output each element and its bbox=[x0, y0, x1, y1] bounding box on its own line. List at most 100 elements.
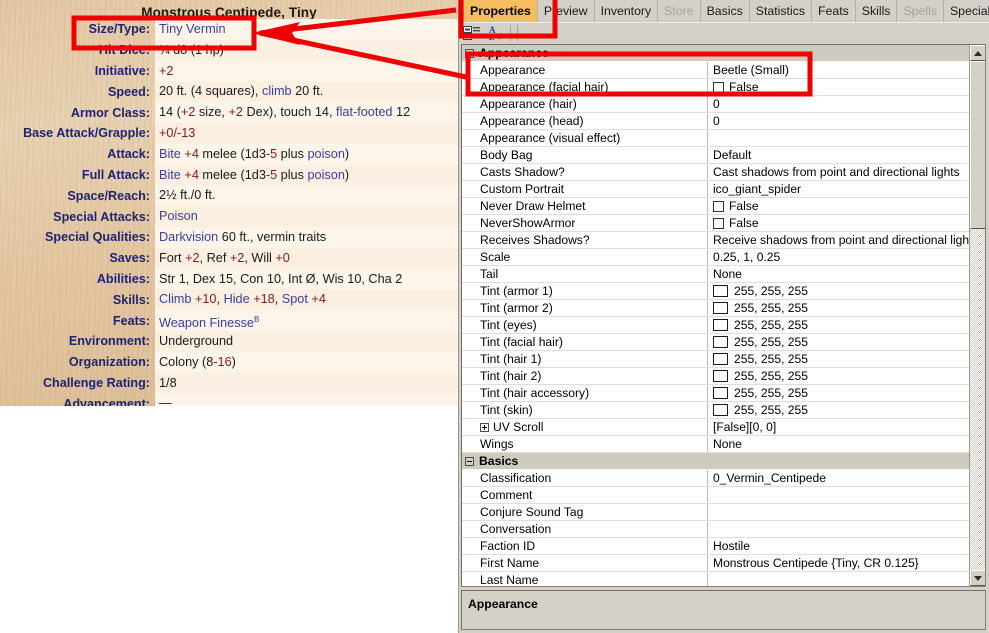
alphabetical-sort-icon[interactable]: A Z bbox=[485, 24, 507, 42]
property-row[interactable]: Receives Shadows? Receive shadows from po… bbox=[462, 232, 970, 249]
color-swatch-icon[interactable] bbox=[713, 370, 728, 382]
scrollbar-thumb[interactable] bbox=[970, 61, 985, 229]
property-value-label: False bbox=[729, 216, 759, 230]
property-section-header[interactable]: Basics bbox=[462, 453, 970, 470]
property-value[interactable]: False bbox=[708, 198, 970, 214]
property-row[interactable]: Tint (eyes) 255, 255, 255 bbox=[462, 317, 970, 334]
property-row[interactable]: Faction ID Hostile bbox=[462, 538, 970, 555]
property-value[interactable]: False bbox=[708, 79, 970, 95]
property-row[interactable]: Appearance (head) 0 bbox=[462, 113, 970, 130]
property-row[interactable]: Comment bbox=[462, 487, 970, 504]
property-row[interactable]: Wings None bbox=[462, 436, 970, 453]
collapse-icon[interactable] bbox=[465, 456, 474, 466]
property-row[interactable]: Body Bag Default bbox=[462, 147, 970, 164]
color-swatch-icon[interactable] bbox=[713, 387, 728, 399]
property-row[interactable]: Tail None bbox=[462, 266, 970, 283]
statblock-row-value: Fort +2, Ref +2, Will +0 bbox=[155, 247, 458, 269]
property-value[interactable]: None bbox=[708, 436, 970, 452]
property-value[interactable]: 0 bbox=[708, 113, 970, 129]
property-value[interactable]: Monstrous Centipede {Tiny, CR 0.125} bbox=[708, 555, 970, 571]
tab-store[interactable]: Store bbox=[658, 0, 701, 22]
properties-window: Properties Preview Inventory Store Basics Sta… bbox=[458, 0, 989, 633]
checkbox-icon[interactable] bbox=[713, 200, 724, 212]
property-row[interactable]: Classification 0_Vermin_Centipede bbox=[462, 470, 970, 487]
property-value[interactable]: None bbox=[708, 266, 970, 282]
property-section-header[interactable]: Appearance bbox=[462, 45, 970, 62]
property-row[interactable]: Tint (armor 1) 255, 255, 255 bbox=[462, 283, 970, 300]
property-value[interactable]: 255, 255, 255 bbox=[708, 368, 970, 384]
property-row[interactable]: Never Draw Helmet False bbox=[462, 198, 970, 215]
property-row[interactable]: Appearance (hair) 0 bbox=[462, 96, 970, 113]
tab-statistics[interactable]: Statistics bbox=[749, 0, 812, 22]
property-row[interactable]: First Name Monstrous Centipede {Tiny, CR … bbox=[462, 555, 970, 572]
scroll-down-icon[interactable] bbox=[970, 570, 985, 586]
tab-basics[interactable]: Basics bbox=[700, 0, 750, 22]
property-value[interactable] bbox=[708, 572, 970, 586]
checkbox-icon[interactable] bbox=[713, 81, 724, 93]
property-value[interactable]: 255, 255, 255 bbox=[708, 385, 970, 401]
statblock-row-label: Speed: bbox=[108, 84, 150, 99]
statblock-row: Attack: Bite +4 melee (1d3-5 plus poison) bbox=[0, 143, 458, 165]
statblock-row-label: Organization: bbox=[68, 355, 150, 370]
property-row[interactable]: UV Scroll [False][0, 0] bbox=[462, 419, 970, 436]
property-row[interactable]: Tint (hair 2) 255, 255, 255 bbox=[462, 368, 970, 385]
property-row[interactable]: Appearance Beetle (Small) bbox=[462, 62, 970, 79]
tab-spells[interactable]: Spells bbox=[897, 0, 944, 22]
property-value[interactable]: False bbox=[708, 215, 970, 231]
property-value[interactable] bbox=[708, 504, 970, 520]
tab-skills[interactable]: Skills bbox=[855, 0, 898, 22]
property-value[interactable]: 255, 255, 255 bbox=[708, 402, 970, 418]
property-value[interactable]: Receive shadows from point and direction… bbox=[708, 232, 970, 248]
color-swatch-icon[interactable] bbox=[713, 336, 728, 348]
property-name: Tint (facial hair) bbox=[462, 334, 708, 350]
property-value[interactable]: Hostile bbox=[708, 538, 970, 554]
property-row[interactable]: Tint (facial hair) 255, 255, 255 bbox=[462, 334, 970, 351]
property-row[interactable]: Tint (hair 1) 255, 255, 255 bbox=[462, 351, 970, 368]
property-value[interactable]: 255, 255, 255 bbox=[708, 317, 970, 333]
color-swatch-icon[interactable] bbox=[713, 302, 728, 314]
property-grid-scrollarea[interactable]: Appearance Appearance Beetle (Small) Appear… bbox=[462, 45, 970, 586]
checkbox-icon[interactable] bbox=[713, 217, 724, 229]
collapse-icon[interactable] bbox=[465, 48, 474, 58]
property-value[interactable]: 0 bbox=[708, 96, 970, 112]
property-grid-scrollbar[interactable] bbox=[969, 45, 985, 586]
property-row[interactable]: Conjure Sound Tag bbox=[462, 504, 970, 521]
property-row[interactable]: Custom Portrait ico_giant_spider bbox=[462, 181, 970, 198]
property-value[interactable] bbox=[708, 130, 970, 146]
property-row[interactable]: Tint (skin) 255, 255, 255 bbox=[462, 402, 970, 419]
color-swatch-icon[interactable] bbox=[713, 353, 728, 365]
property-value[interactable]: [False][0, 0] bbox=[708, 419, 970, 435]
color-swatch-icon[interactable] bbox=[713, 404, 728, 416]
property-value[interactable]: 0_Vermin_Centipede bbox=[708, 470, 970, 486]
tab-preview[interactable]: Preview bbox=[537, 0, 595, 22]
property-row[interactable]: Conversation bbox=[462, 521, 970, 538]
tab-inventory[interactable]: Inventory bbox=[594, 0, 659, 22]
property-value[interactable]: Beetle (Small) bbox=[708, 62, 970, 78]
property-value[interactable]: 255, 255, 255 bbox=[708, 351, 970, 367]
color-swatch-icon[interactable] bbox=[713, 285, 728, 297]
property-value[interactable] bbox=[708, 521, 970, 537]
property-row[interactable]: Last Name bbox=[462, 572, 970, 586]
property-row[interactable]: Casts Shadow? Cast shadows from point and… bbox=[462, 164, 970, 181]
property-value[interactable]: ico_giant_spider bbox=[708, 181, 970, 197]
property-row[interactable]: Tint (hair accessory) 255, 255, 255 bbox=[462, 385, 970, 402]
color-swatch-icon[interactable] bbox=[713, 319, 728, 331]
expand-icon[interactable] bbox=[480, 422, 489, 432]
property-row[interactable]: Scale 0.25, 1, 0.25 bbox=[462, 249, 970, 266]
property-value[interactable]: 255, 255, 255 bbox=[708, 334, 970, 350]
property-value[interactable] bbox=[708, 487, 970, 503]
property-row[interactable]: Tint (armor 2) 255, 255, 255 bbox=[462, 300, 970, 317]
property-value[interactable]: 255, 255, 255 bbox=[708, 283, 970, 299]
tab-special-abili[interactable]: Special Abili bbox=[943, 0, 989, 22]
property-row[interactable]: Appearance (visual effect) bbox=[462, 130, 970, 147]
tab-feats[interactable]: Feats bbox=[812, 0, 856, 22]
property-value[interactable]: Cast shadows from point and directional … bbox=[708, 164, 970, 180]
scroll-up-icon[interactable] bbox=[970, 45, 985, 61]
categorized-view-icon[interactable] bbox=[461, 24, 483, 42]
property-row[interactable]: NeverShowArmor False bbox=[462, 215, 970, 232]
tab-properties[interactable]: Properties bbox=[464, 0, 538, 22]
property-value[interactable]: 0.25, 1, 0.25 bbox=[708, 249, 970, 265]
property-value[interactable]: Default bbox=[708, 147, 970, 163]
property-value[interactable]: 255, 255, 255 bbox=[708, 300, 970, 316]
property-row[interactable]: Appearance (facial hair) False bbox=[462, 79, 970, 96]
